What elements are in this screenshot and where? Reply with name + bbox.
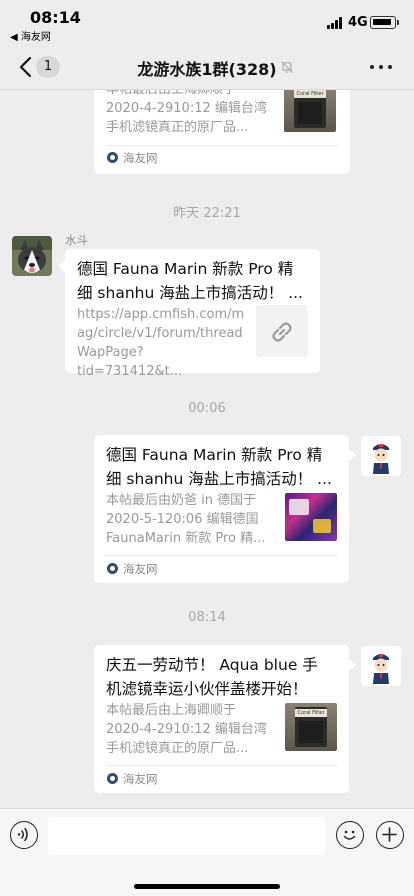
emoji-icon[interactable]	[336, 821, 364, 849]
plus-icon[interactable]	[376, 821, 404, 849]
card-description: 本帖最后由上海卿顺于 2020-4-2910:12 编辑台湾 手机滤镜真正的原厂…	[106, 703, 267, 756]
link-url: https://app.cmfish.com/m ag/circle/v1/fo…	[77, 307, 245, 379]
status-bar: 08:14 ◀ 海友网 4G	[0, 0, 414, 44]
article-card[interactable]: 庆五一劳动节！ Aqua blue 手 机滤镜幸运小伙伴盖楼开始！ 本帖最后由上…	[94, 645, 349, 793]
back-to-app-link[interactable]: ◀ 海友网	[10, 28, 51, 43]
cartoon-officer-avatar[interactable]	[361, 646, 401, 686]
bubble-tail	[58, 260, 65, 272]
battery-icon	[370, 16, 399, 29]
card-title: 德国 Fauna Marin 新款 Pro 精 细 shanhu 海盐上市搞活动…	[106, 446, 332, 488]
husky-dog-avatar[interactable]	[12, 236, 52, 276]
input-bar	[0, 808, 414, 896]
link-card[interactable]: 德国 Fauna Marin 新款 Pro 精 细 shanhu 海盐上市搞活动…	[65, 249, 320, 379]
card-source: 海友网	[123, 772, 158, 786]
message-input[interactable]	[48, 817, 326, 855]
bubble-tail	[349, 659, 356, 671]
card-divider	[106, 555, 338, 556]
coral-filter-photo: Coral Filter	[284, 90, 336, 132]
network-type: 4G	[348, 15, 368, 30]
mute-bell-icon	[281, 61, 293, 73]
home-indicator	[134, 884, 280, 889]
card-description: 本帖最后由奶爸 in 德国于 2020-5-120:06 编辑德国 FaunaM…	[106, 493, 266, 546]
sender-name: 水斗	[65, 233, 88, 247]
link-thumbnail	[256, 305, 308, 357]
source-logo-icon	[107, 773, 118, 784]
source-logo-icon	[107, 152, 118, 163]
coral-filter-photo: Coral Filter	[285, 703, 337, 751]
link-icon	[272, 322, 292, 342]
message-list[interactable]: 本帖最后由上海卿顺于 2020-4-2910:12 编辑台湾 手机滤镜真正的原厂…	[0, 90, 414, 808]
timestamp: 00:06	[188, 401, 226, 416]
event-photo	[285, 493, 337, 541]
voice-icon[interactable]	[10, 821, 38, 849]
link-title: 德国 Fauna Marin 新款 Pro 精 细 shanhu 海盐上市搞活动…	[77, 260, 303, 302]
card-source: 海友网	[123, 151, 158, 165]
chat-header: 1 龙游水族1群(328)	[0, 44, 414, 90]
source-logo-icon	[107, 563, 118, 574]
timestamp: 08:14	[188, 610, 226, 625]
chat-title[interactable]: 龙游水族1群(328)	[0, 56, 414, 80]
card-divider	[106, 765, 338, 766]
card-source: 海友网	[123, 562, 158, 576]
card-title: 庆五一劳动节！ Aqua blue 手 机滤镜幸运小伙伴盖楼开始！	[106, 656, 318, 698]
signal-icon	[327, 17, 343, 29]
card-description: 本帖最后由上海卿顺于 2020-4-2910:12 编辑台湾 手机滤镜真正的原厂…	[106, 90, 267, 135]
article-card[interactable]: 本帖最后由上海卿顺于 2020-4-2910:12 编辑台湾 手机滤镜真正的原厂…	[94, 90, 350, 174]
timestamp: 昨天 22:21	[173, 206, 241, 221]
card-divider	[106, 145, 338, 146]
bubble-tail	[349, 449, 356, 461]
more-icon[interactable]	[370, 65, 392, 71]
status-time: 08:14	[30, 8, 81, 27]
article-card[interactable]: 德国 Fauna Marin 新款 Pro 精 细 shanhu 海盐上市搞活动…	[94, 435, 349, 583]
cartoon-officer-avatar[interactable]	[361, 436, 401, 476]
